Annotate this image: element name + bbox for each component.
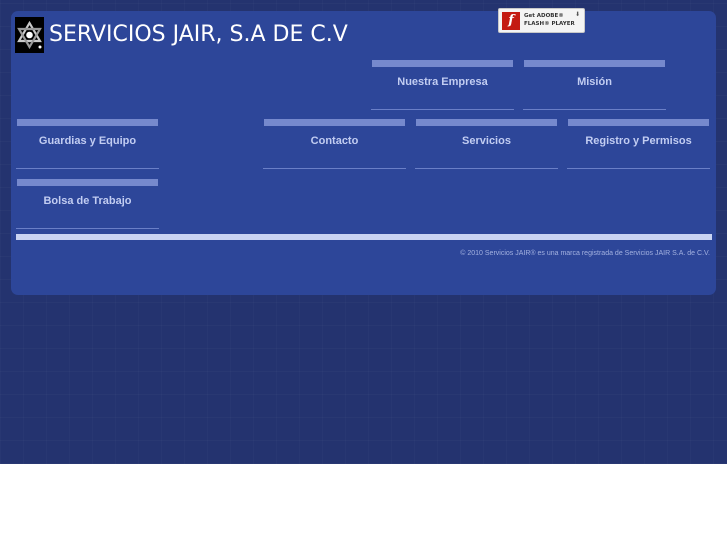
nav-item-label: Guardias y Equipo <box>38 135 137 147</box>
nav-item-bar <box>568 119 709 126</box>
nav-item-label: Nuestra Empresa <box>397 76 488 88</box>
nav-item-bar <box>17 179 158 186</box>
nav-item-bar <box>17 119 158 126</box>
nav-item-label: Bolsa de Trabajo <box>43 195 132 207</box>
nav-item-bar <box>372 60 513 67</box>
nav-item-contacto[interactable]: Contacto <box>263 119 406 169</box>
nav-item-label: Misión <box>577 76 612 88</box>
nav-item-servicios[interactable]: Servicios <box>415 119 558 169</box>
nav-item-registro-y-permisos[interactable]: Registro y Permisos <box>567 119 710 169</box>
nav-item-bolsa-de-trabajo[interactable]: Bolsa de Trabajo <box>16 179 159 229</box>
copyright-text: © 2010 Servicios JAIR® es una marca regi… <box>460 250 710 257</box>
nav-item-label: Servicios <box>462 135 511 147</box>
site-title: SERVICIOS JAIR, S.A DE C.V <box>49 22 348 47</box>
flash-player-icon: f <box>502 12 520 30</box>
download-arrow-icon: ⬇ <box>575 11 581 18</box>
nav-item-guardias-y-equipo[interactable]: Guardias y Equipo <box>16 119 159 169</box>
nav-item-bar <box>524 60 665 67</box>
nav-item-label: Registro y Permisos <box>585 135 692 147</box>
footer-divider <box>16 234 712 240</box>
nav-item-nuestra-empresa[interactable]: Nuestra Empresa <box>371 60 514 110</box>
nav-item-bar <box>264 119 405 126</box>
flash-badge-line2: FLASH® PLAYER <box>524 21 575 27</box>
star-logo-graphic <box>17 20 42 50</box>
get-flash-player-badge[interactable]: f Get ADOBE® FLASH® PLAYER ⬇ <box>498 8 585 33</box>
nav-item-bar <box>416 119 557 126</box>
star-of-david-logo-icon[interactable] <box>15 17 44 53</box>
nav-item-mision[interactable]: Misión <box>523 60 666 110</box>
nav-item-label: Contacto <box>310 135 359 147</box>
flash-badge-line1: Get ADOBE® <box>524 13 564 19</box>
